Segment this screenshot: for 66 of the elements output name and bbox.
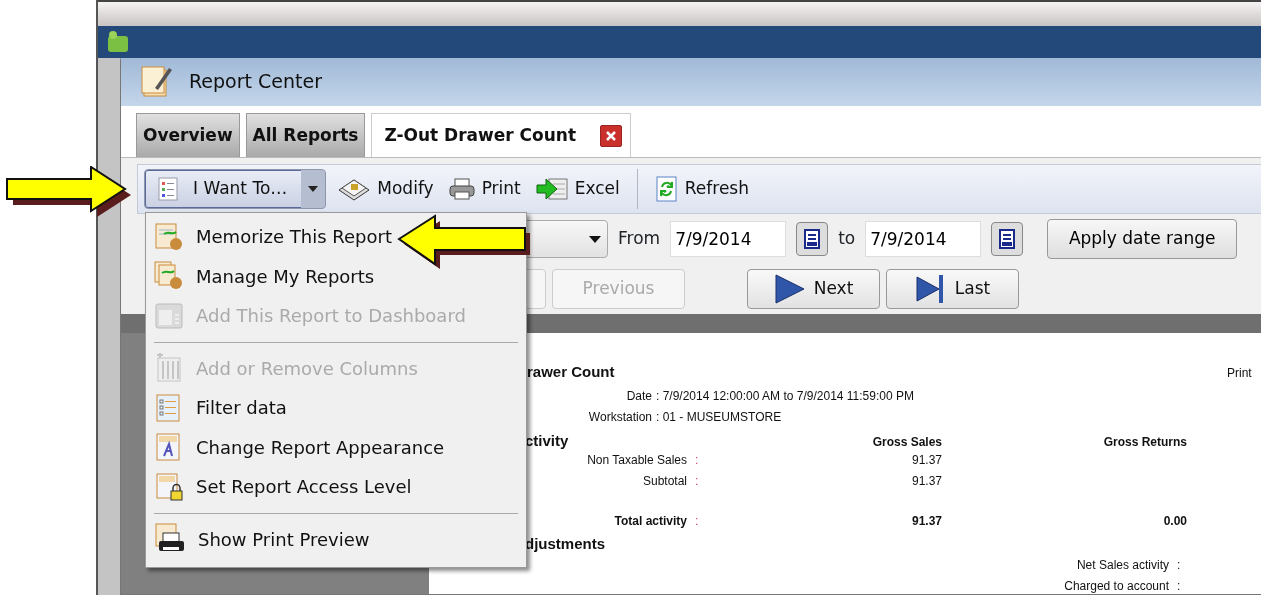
field-label: Workstation <box>587 409 652 426</box>
tab[interactable]: Overview <box>136 113 240 157</box>
toolbar-button[interactable]: Refresh <box>651 174 752 204</box>
column-header: Gross Sales <box>872 434 942 451</box>
calendar-icon <box>999 229 1016 249</box>
calendar-button[interactable] <box>991 222 1024 256</box>
from-label: From <box>618 227 661 251</box>
document-lock-icon <box>154 471 184 502</box>
report-title: rawer Count <box>527 363 615 381</box>
row-separator: : <box>694 452 699 469</box>
tab[interactable]: Z-Out Drawer Count <box>371 113 632 157</box>
amount: 91.37 <box>911 452 942 469</box>
menu-item[interactable]: Change Report Appearance <box>152 427 451 467</box>
arrow-sheet-icon <box>534 176 569 202</box>
window-title: Report Center <box>189 68 322 94</box>
close-icon <box>605 129 618 142</box>
field-value: : 01 - MUSEUMSTORE <box>656 409 782 426</box>
row-separator: : <box>1176 557 1181 574</box>
tab[interactable]: All Reports <box>245 113 366 157</box>
row-separator: : <box>1176 578 1181 594</box>
menu-item[interactable]: Filter data <box>152 388 293 428</box>
amount: 91.37 <box>911 473 942 490</box>
columns-icon <box>154 353 184 384</box>
play-icon <box>773 273 806 305</box>
document-pen-icon <box>154 221 184 252</box>
nav-button[interactable]: Last <box>886 269 1019 309</box>
checklist-icon <box>157 177 179 201</box>
section-heading: djustments <box>525 535 605 553</box>
toolbar-button[interactable]: Modify <box>334 174 437 204</box>
report-text: Print <box>1227 365 1252 382</box>
caret-icon <box>308 186 319 192</box>
dashboard-icon <box>154 300 184 331</box>
amount: 0.00 <box>1163 513 1187 530</box>
field-label: Date <box>625 388 652 405</box>
menu-item[interactable]: Show Print Preview <box>152 519 376 559</box>
section-heading: ctivity <box>525 432 569 450</box>
app-logo-icon <box>106 30 130 54</box>
row-label: Subtotal <box>642 473 687 490</box>
date-field[interactable]: 7/9/2014 <box>670 221 787 257</box>
date-field[interactable]: 7/9/2014 <box>865 221 982 257</box>
amount: 91.37 <box>911 513 942 530</box>
toolbar-button[interactable]: Print <box>444 174 524 204</box>
calendar-button[interactable] <box>796 222 829 256</box>
toolbar-button[interactable]: Excel <box>531 174 623 204</box>
row-separator: : <box>694 513 699 530</box>
row-label: Non Taxable Sales <box>587 452 687 469</box>
close-button[interactable] <box>600 124 623 147</box>
menu-item[interactable]: Manage My Reports <box>152 256 381 296</box>
menu-item[interactable]: Set Report Access Level <box>152 467 418 507</box>
apply-button[interactable]: Apply date range <box>1047 219 1238 259</box>
column-header: Gross Returns <box>1103 434 1187 451</box>
printer-icon <box>447 177 476 201</box>
row-label: Net Sales activity <box>1075 557 1169 574</box>
calendar-icon <box>804 229 821 249</box>
row-separator: : <box>694 473 699 490</box>
field-value: : 7/9/2014 12:00:00 AM to 7/9/2014 11:59:00 PM <box>656 388 914 405</box>
caret-icon <box>589 235 601 243</box>
row-label: Total activity <box>614 513 687 530</box>
row-label: Charged to account <box>1063 578 1169 594</box>
menu-button[interactable]: I Want To… <box>144 169 327 209</box>
refresh-icon <box>654 176 679 202</box>
menu-item[interactable]: Memorize This Report <box>152 217 398 257</box>
stacked-documents-icon <box>154 261 184 292</box>
to-label: to <box>838 227 856 251</box>
report-icon <box>141 64 173 98</box>
nav-button[interactable]: Next <box>747 269 880 309</box>
